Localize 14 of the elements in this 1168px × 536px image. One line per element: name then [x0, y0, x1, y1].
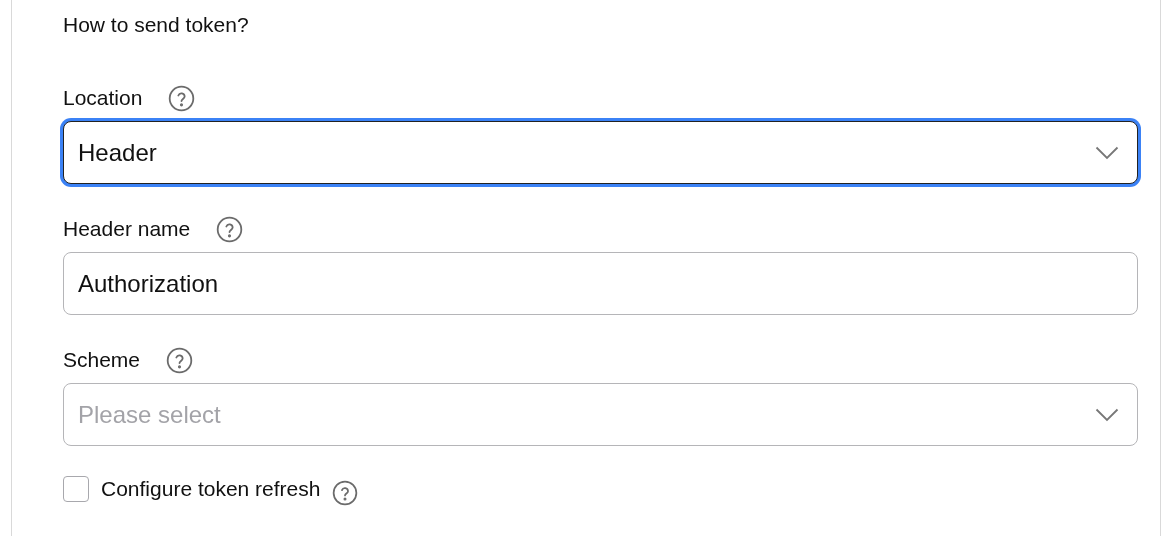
chevron-icon [1095, 407, 1119, 422]
section-heading: How to send token? [63, 12, 250, 38]
select-field[interactable]: Header [63, 121, 1138, 184]
help-icon[interactable] [166, 346, 194, 374]
help-icon[interactable] [216, 215, 244, 243]
help-icon[interactable] [168, 84, 196, 112]
checkbox[interactable] [63, 476, 89, 502]
chevron-icon [1095, 145, 1119, 160]
checkbox-label: Configure token refresh [101, 476, 321, 503]
field-label: Location [63, 85, 143, 112]
field-label: Header name [63, 216, 191, 243]
input-field[interactable]: Authorization [63, 252, 1138, 315]
help-icon[interactable] [332, 480, 359, 506]
field-label: Scheme [63, 347, 141, 374]
